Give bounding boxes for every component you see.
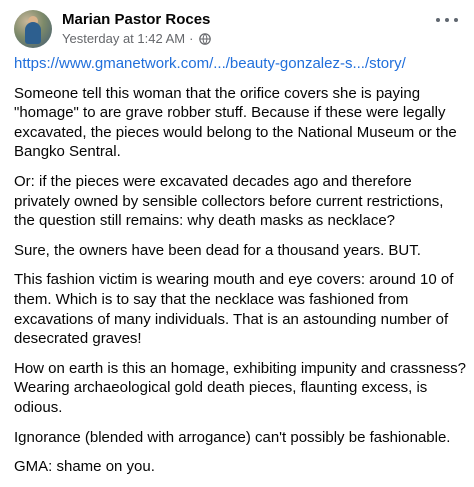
meta-separator: · [189, 31, 194, 46]
author-name[interactable]: Marian Pastor Roces [62, 11, 210, 28]
facebook-post: Marian Pastor Roces Yesterday at 1:42 AM… [0, 0, 474, 475]
post-paragraph: Someone tell this woman that the orifice… [14, 84, 457, 161]
avatar-figure [25, 22, 41, 44]
post-body: https://www.gmanetwork.com/.../beauty-go… [14, 54, 466, 487]
post-meta: Yesterday at 1:42 AM · [62, 31, 212, 46]
post-paragraph: GMA: shame on you. [14, 458, 155, 476]
more-dot [445, 18, 449, 22]
more-options-icon[interactable] [436, 12, 458, 28]
more-dot [436, 18, 440, 22]
globe-icon[interactable] [199, 32, 212, 45]
post-paragraph: How on earth is this an homage, exhibiti… [14, 359, 466, 416]
more-dot [454, 18, 458, 22]
post-paragraph: Ignorance (blended with arrogance) can't… [14, 428, 451, 446]
post-paragraph: This fashion victim is wearing mouth and… [14, 271, 454, 348]
post-paragraph: Sure, the owners have been dead for a th… [14, 241, 421, 259]
post-header: Marian Pastor Roces Yesterday at 1:42 AM… [14, 8, 460, 52]
post-paragraph: Or: if the pieces were excavated decades… [14, 172, 444, 230]
avatar[interactable] [14, 10, 52, 48]
timestamp[interactable]: Yesterday at 1:42 AM [62, 31, 185, 46]
post-link[interactable]: https://www.gmanetwork.com/.../beauty-go… [14, 54, 466, 74]
